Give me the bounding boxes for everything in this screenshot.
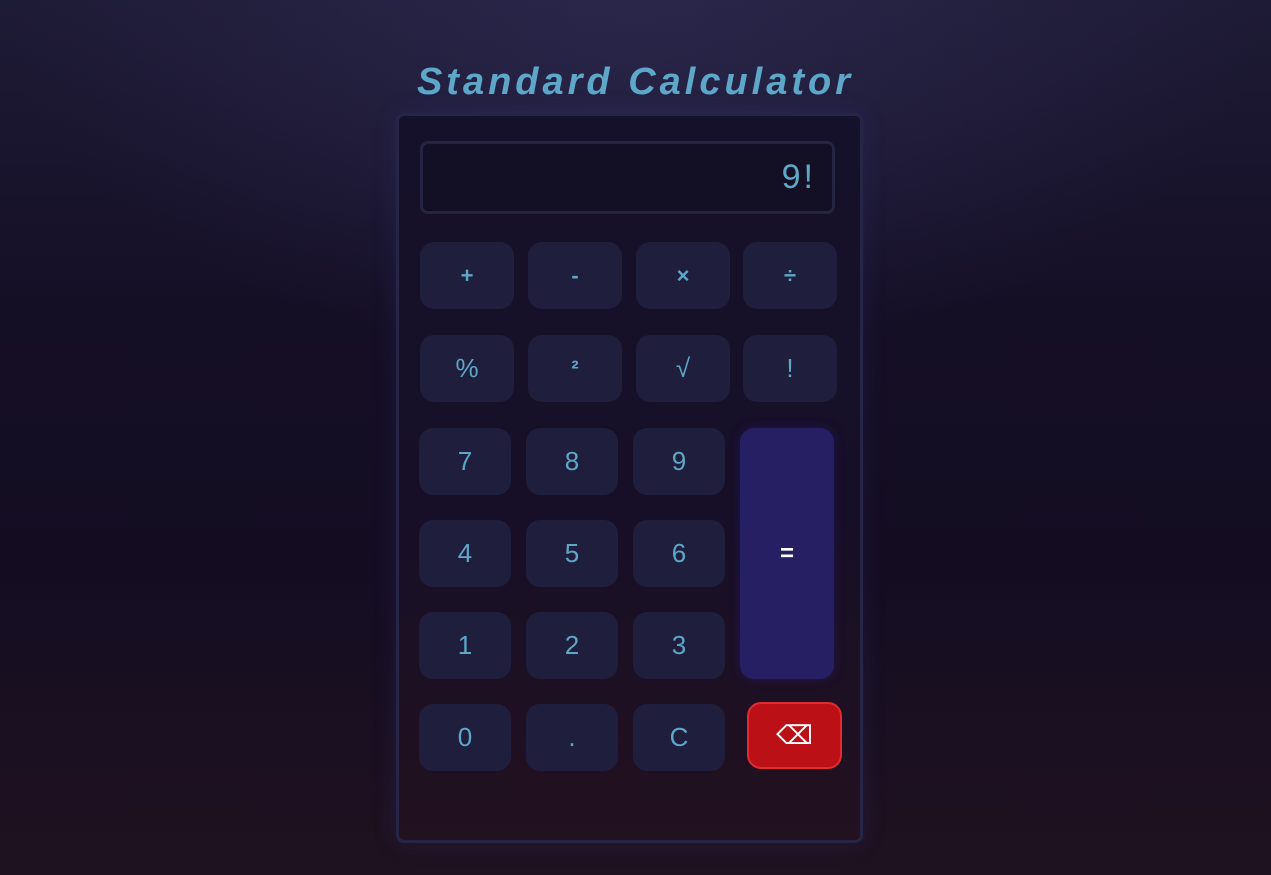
backspace-icon: ⌫ — [776, 720, 813, 750]
minus-button[interactable]: - — [528, 242, 622, 309]
page-title: Standard Calculator — [416, 61, 855, 103]
factorial-button[interactable]: ! — [743, 335, 837, 402]
digit-1-button[interactable]: 1 — [419, 612, 511, 679]
digit-3-button[interactable]: 3 — [633, 612, 725, 679]
clear-button[interactable]: C — [633, 704, 725, 771]
digit-9-button[interactable]: 9 — [633, 428, 725, 495]
calculator-display: 9! — [420, 141, 835, 214]
digit-8-button[interactable]: 8 — [526, 428, 618, 495]
digit-0-button[interactable]: 0 — [419, 704, 511, 771]
percent-button[interactable]: % — [420, 335, 514, 402]
decimal-button[interactable]: . — [526, 704, 618, 771]
digit-6-button[interactable]: 6 — [633, 520, 725, 587]
multiply-button[interactable]: × — [636, 242, 730, 309]
digit-5-button[interactable]: 5 — [526, 520, 618, 587]
divide-button[interactable]: ÷ — [743, 242, 837, 309]
backspace-button[interactable]: ⌫ — [747, 702, 842, 769]
square-button[interactable]: ² — [528, 335, 622, 402]
digit-4-button[interactable]: 4 — [419, 520, 511, 587]
digit-2-button[interactable]: 2 — [526, 612, 618, 679]
sqrt-button[interactable]: √ — [636, 335, 730, 402]
digit-7-button[interactable]: 7 — [419, 428, 511, 495]
plus-button[interactable]: + — [420, 242, 514, 309]
equals-button[interactable]: = — [740, 428, 834, 679]
